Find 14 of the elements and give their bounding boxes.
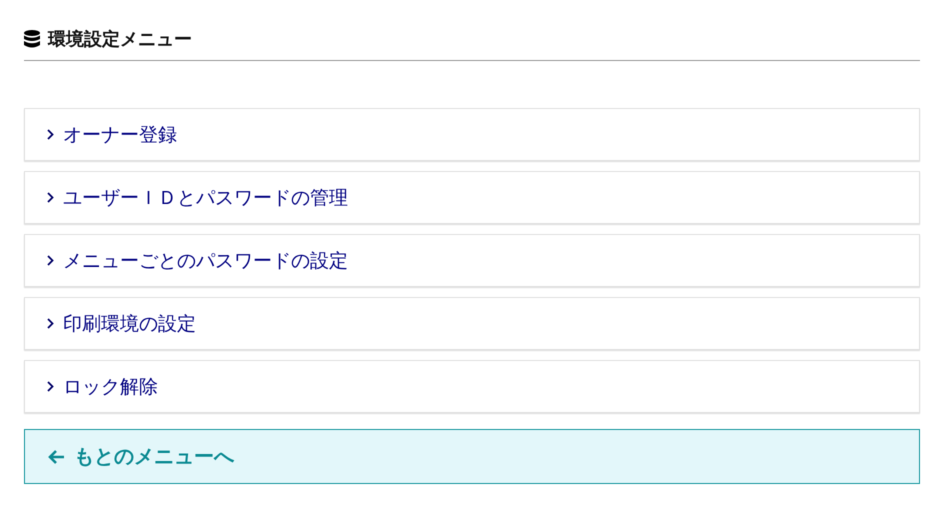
chevron-icon (47, 192, 54, 203)
back-arrow-icon (47, 448, 65, 464)
menu-link[interactable]: 印刷環境の設定 (24, 297, 920, 350)
menu-link[interactable]: メニューごとのパスワードの設定 (24, 234, 920, 287)
chevron-icon (47, 255, 54, 266)
page-title: 環境設定メニュー (48, 28, 192, 51)
menu-link[interactable]: ユーザーＩＤとパスワードの管理 (24, 171, 920, 224)
back-button[interactable]: もとのメニューへ (24, 429, 920, 484)
menu-link[interactable]: ロック解除 (24, 360, 920, 413)
chevron-icon (47, 129, 54, 140)
database-icon (24, 30, 40, 48)
chevron-icon (47, 381, 54, 392)
chevron-icon (47, 318, 54, 329)
menu-link[interactable]: オーナー登録 (24, 108, 920, 161)
